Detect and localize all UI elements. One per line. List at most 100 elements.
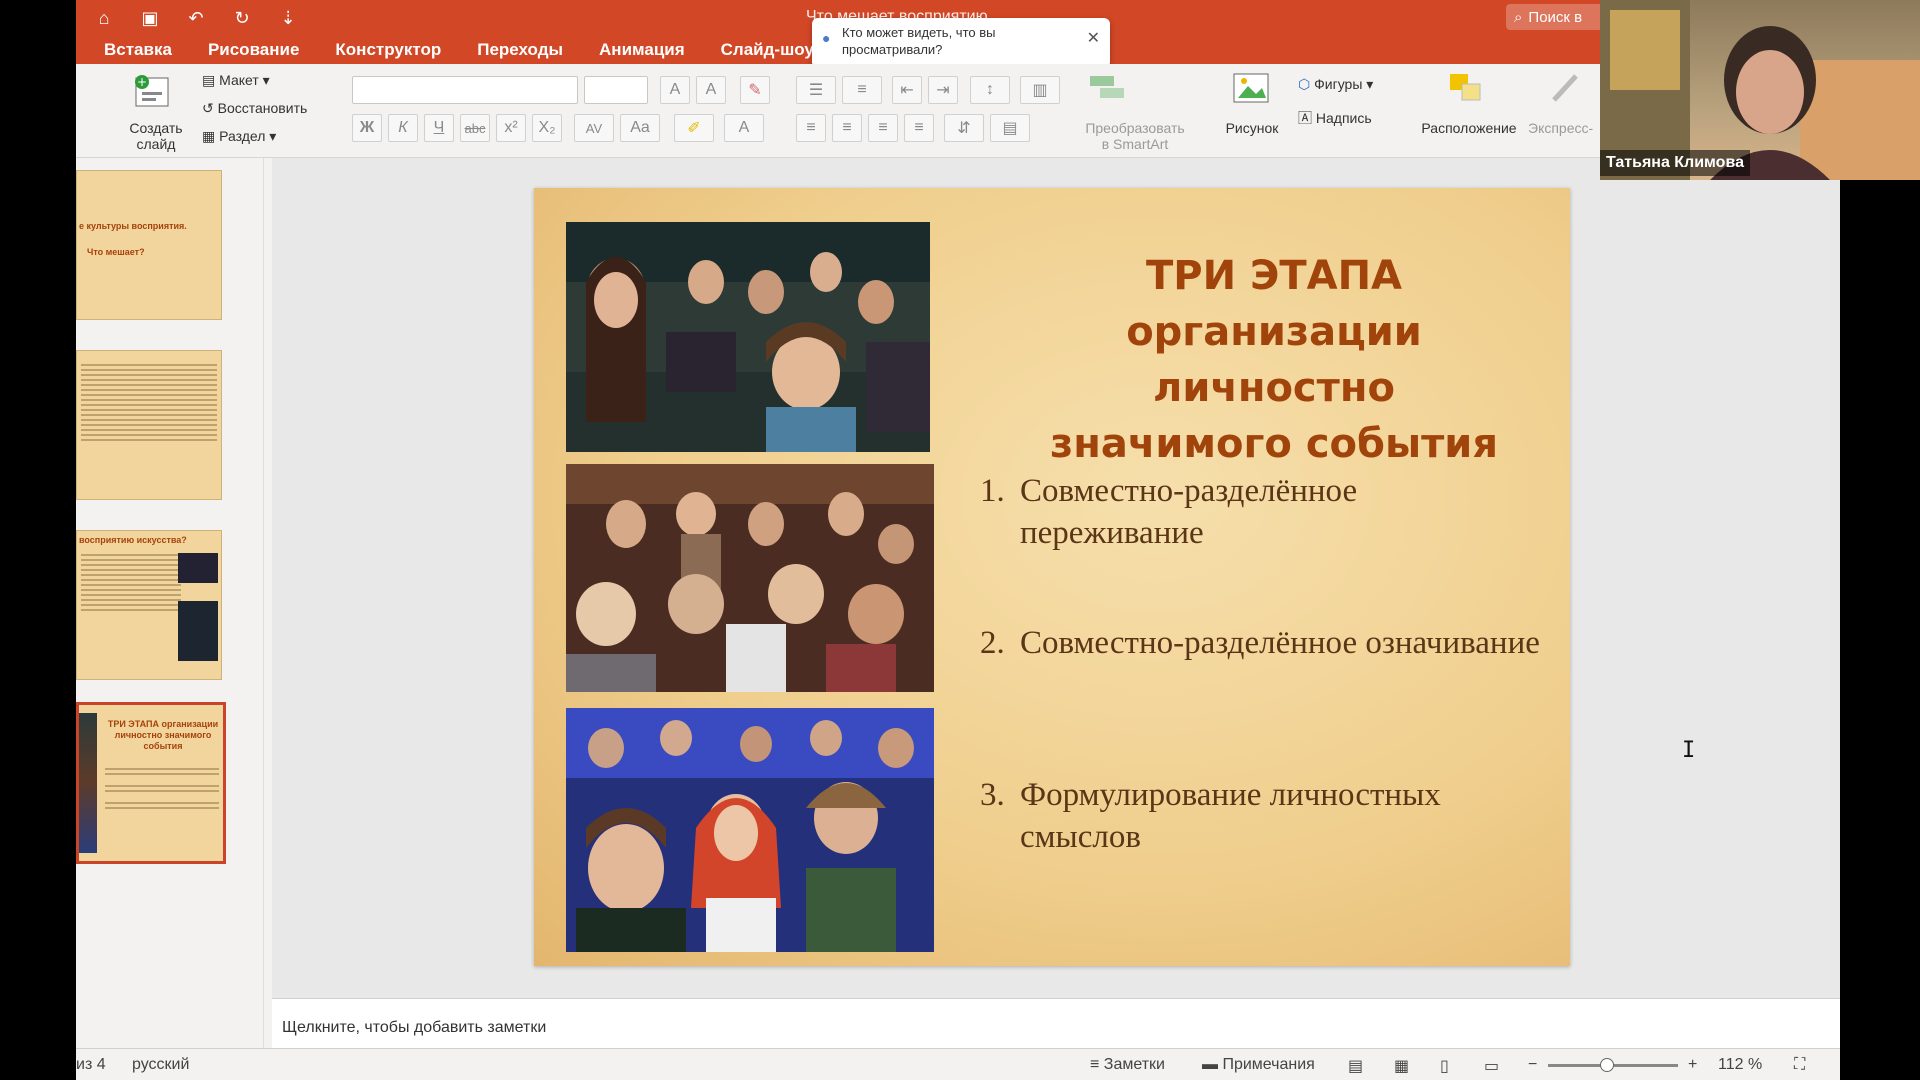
arrange-button[interactable]: Расположение xyxy=(1414,120,1524,136)
decrease-indent-icon[interactable]: ⇤ xyxy=(892,76,922,104)
align-left-icon[interactable]: ≡ xyxy=(796,114,826,142)
numbering-icon[interactable]: ≡ xyxy=(842,76,882,104)
align-center-icon[interactable]: ≡ xyxy=(832,114,862,142)
zoom-out-icon[interactable]: − xyxy=(1528,1056,1537,1074)
increase-indent-icon[interactable]: ⇥ xyxy=(928,76,958,104)
list-text: Совместно-разделённое означивание xyxy=(1020,625,1540,661)
shrink-font-button[interactable]: A xyxy=(696,76,726,104)
zoom-slider-knob[interactable] xyxy=(1599,1058,1614,1072)
change-case-button[interactable]: Aa xyxy=(620,114,660,142)
tab-draw[interactable]: Рисование xyxy=(190,40,317,60)
slide-thumbnail-4[interactable]: ТРИ ЭТАПА организации личностно значимог… xyxy=(76,702,226,864)
slide-photo-3[interactable] xyxy=(566,708,934,952)
text-direction-icon[interactable]: ⇵ xyxy=(944,114,984,142)
clear-format-icon[interactable]: ✎ xyxy=(740,76,770,104)
slide-title[interactable]: ТРИ ЭТАПА организации личностно значимог… xyxy=(1004,248,1544,472)
slide-photo-1[interactable] xyxy=(566,222,930,452)
highlight-icon[interactable]: ✐ xyxy=(674,114,714,142)
viewer-icon: ● xyxy=(822,30,831,46)
express-styles-button[interactable]: Экспресс- xyxy=(1528,120,1608,136)
express-styles-icon[interactable] xyxy=(1546,70,1586,109)
zoom-in-icon[interactable]: + xyxy=(1688,1056,1697,1074)
close-icon[interactable]: ✕ xyxy=(1087,30,1100,47)
normal-view-icon[interactable]: ▤ xyxy=(1348,1056,1363,1076)
zoom-level[interactable]: 112 % xyxy=(1718,1056,1762,1074)
slide-thumbnails-pane: е культуры восприятия. Что мешает? воспр… xyxy=(76,158,264,1048)
slide-counter: из 4 xyxy=(76,1056,106,1073)
bold-button[interactable]: Ж xyxy=(352,114,382,142)
share-popup-text: Кто может видеть, что вы просматривали? xyxy=(842,25,996,57)
columns-icon[interactable]: ▥ xyxy=(1020,76,1060,104)
char-spacing-button[interactable]: AV xyxy=(574,114,614,142)
webcam-video: Татьяна Климова xyxy=(1600,0,1920,180)
layout-button[interactable]: ▤ Макет ▾ xyxy=(202,72,270,89)
list-text: Формулирование личностных смыслов xyxy=(1020,777,1441,855)
italic-button[interactable]: К xyxy=(388,114,418,142)
zoom-slider[interactable] xyxy=(1548,1058,1678,1072)
slide-thumbnail-2[interactable] xyxy=(76,350,222,500)
strikethrough-button[interactable]: abc xyxy=(460,114,490,142)
sorter-view-icon[interactable]: ▦ xyxy=(1394,1056,1409,1076)
notes-pane[interactable]: Щелкните, чтобы добавить заметки xyxy=(272,998,1840,1048)
share-visibility-popup: ● Кто может видеть, что вы просматривали… xyxy=(812,18,1110,68)
search-icon: ⌕ xyxy=(1514,8,1523,26)
thumbnail-title: е культуры восприятия. xyxy=(79,221,187,231)
status-bar: из 4 русский ≡ Заметки ▬ Примечания ▤ ▦ … xyxy=(76,1048,1840,1080)
slideshow-view-icon[interactable]: ▭ xyxy=(1484,1056,1499,1076)
home-icon[interactable]: ⌂ xyxy=(92,6,116,30)
ribbon-toolbar: + Создать слайд ▤ Макет ▾ ↺ Восстановить… xyxy=(76,64,1840,158)
redo-icon[interactable]: ↻ xyxy=(230,6,254,30)
slide-photo-2[interactable] xyxy=(566,464,934,692)
textbox-label: Надпись xyxy=(1315,110,1372,126)
language-indicator[interactable]: русский xyxy=(132,1056,189,1074)
customize-icon[interactable]: ⇣ xyxy=(276,6,300,30)
picture-icon[interactable] xyxy=(1232,72,1272,109)
underline-button[interactable]: Ч xyxy=(424,114,454,142)
thumbnail-image xyxy=(178,601,218,661)
convert-smartart-button[interactable]: Преобразовать в SmartArt xyxy=(1080,120,1190,152)
justify-icon[interactable]: ≡ xyxy=(904,114,934,142)
save-icon[interactable]: ▣ xyxy=(138,6,162,30)
bullets-icon[interactable]: ☰ xyxy=(796,76,836,104)
new-slide-icon[interactable]: + xyxy=(132,72,172,112)
align-right-icon[interactable]: ≡ xyxy=(868,114,898,142)
notes-toggle-button[interactable]: ≡ Заметки xyxy=(1090,1056,1165,1074)
fit-to-window-icon[interactable]: ⛶ xyxy=(1794,1056,1805,1074)
slide-thumbnail-3[interactable]: восприятию искусства? xyxy=(76,530,222,680)
font-family-select[interactable] xyxy=(352,76,578,104)
list-number: 3. xyxy=(980,777,1005,813)
section-label: Раздел xyxy=(219,128,266,144)
grow-font-button[interactable]: A xyxy=(660,76,690,104)
reading-view-icon[interactable]: ▯ xyxy=(1440,1056,1449,1076)
comments-button[interactable]: ▬ Примечания xyxy=(1202,1056,1315,1074)
smartart-icon[interactable] xyxy=(1086,68,1134,108)
shapes-button[interactable]: ⬡ Фигуры ▾ xyxy=(1298,76,1373,93)
current-slide[interactable]: ТРИ ЭТАПА организации личностно значимог… xyxy=(534,188,1570,966)
slide-editor-canvas[interactable]: ТРИ ЭТАПА организации личностно значимог… xyxy=(272,158,1840,998)
new-slide-button[interactable]: Создать слайд xyxy=(126,120,186,152)
font-color-button[interactable]: A xyxy=(724,114,764,142)
quick-access-toolbar: ⌂ ▣ ↶ ↻ ⇣ xyxy=(92,6,300,30)
textbox-button[interactable]: 🄰 Надпись xyxy=(1298,108,1372,128)
tab-insert[interactable]: Вставка xyxy=(76,40,190,60)
font-size-select[interactable] xyxy=(584,76,648,104)
tab-animations[interactable]: Анимация xyxy=(581,40,703,60)
section-button[interactable]: ▦ Раздел ▾ xyxy=(202,128,276,145)
subscript-button[interactable]: X₂ xyxy=(532,114,562,142)
search-placeholder: Поиск в xyxy=(1528,8,1583,26)
align-text-icon[interactable]: ▤ xyxy=(990,114,1030,142)
line-spacing-icon[interactable]: ↕ xyxy=(970,76,1010,104)
layout-label: Макет xyxy=(219,72,259,88)
picture-button[interactable]: Рисунок xyxy=(1222,120,1282,136)
arrange-icon[interactable] xyxy=(1446,70,1486,109)
list-number: 2. xyxy=(980,625,1005,661)
superscript-button[interactable]: x² xyxy=(496,114,526,142)
slide-thumbnail-1[interactable]: е культуры восприятия. Что мешает? xyxy=(76,170,222,320)
comments-label: Примечания xyxy=(1222,1056,1315,1073)
undo-icon[interactable]: ↶ xyxy=(184,6,208,30)
thumbnail-image xyxy=(79,713,97,853)
tab-design[interactable]: Конструктор xyxy=(317,40,459,60)
participant-name: Татьяна Климова xyxy=(1600,150,1750,176)
tab-transitions[interactable]: Переходы xyxy=(459,40,581,60)
reset-button[interactable]: ↺ Восстановить xyxy=(202,100,307,117)
